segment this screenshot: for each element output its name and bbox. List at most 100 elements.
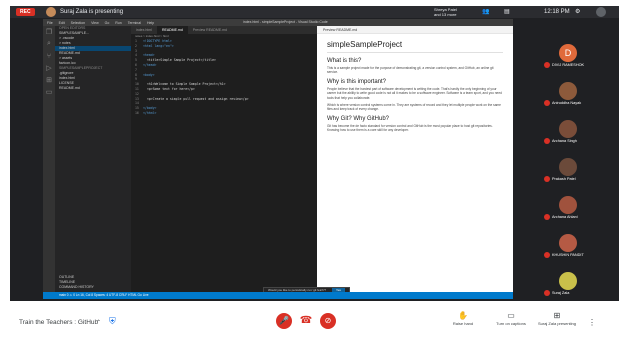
participant-tile[interactable]: Archana Singh [542, 118, 619, 148]
captions-label: Turn on captions [496, 321, 526, 326]
code-line: 16 </html> [135, 111, 317, 116]
menu-item[interactable]: View [91, 21, 99, 25]
mic-muted-icon [544, 138, 550, 144]
clock: 12:18 PM [544, 9, 570, 15]
mic-muted-icon [544, 100, 550, 106]
code-text: <p>Some text for here</p> [143, 86, 195, 91]
mic-muted-icon [544, 290, 550, 296]
participant-avatar [559, 234, 577, 252]
mic-muted-icon [544, 62, 550, 68]
menu-item[interactable]: Selection [71, 21, 85, 25]
recording-badge: REC [16, 8, 35, 16]
mic-muted-icon [544, 176, 550, 182]
meeting-title[interactable]: Train the Teachers : GitHub [19, 319, 98, 327]
activity-bar: ❐ ⌕ ⑂ ▷ ⊞ ▭ [43, 26, 55, 292]
code-text: <head> [143, 53, 155, 58]
participant-tile[interactable]: Archana Ahlani [542, 194, 619, 224]
participant-name: DIVIJ RAMESHOK [552, 63, 585, 67]
participant-tile[interactable]: D DIVIJ RAMESHOK [542, 42, 619, 72]
source-control-icon[interactable]: ⑂ [43, 50, 55, 62]
captions-icon: ▭ [507, 311, 515, 320]
camera-off-button[interactable]: ⊘ [320, 313, 336, 329]
menu-item[interactable]: Help [147, 21, 154, 25]
leave-call-button[interactable]: ☎ [298, 313, 314, 329]
captions-button[interactable]: ▭ Turn on captions [486, 311, 536, 326]
activities-icon[interactable]: ⚙ [575, 8, 580, 16]
participant-tile[interactable]: Suraj Zala [542, 270, 619, 300]
participant-name: Archana Singh [552, 139, 577, 143]
editor-tab[interactable]: index.html [131, 26, 157, 34]
preview-title: simpleSampleProject [327, 40, 503, 53]
code-text: <html lang="en"> [143, 43, 174, 48]
present-label: Suraj Zala presenting [537, 321, 577, 326]
preview-paragraph: Which is where version control systems c… [327, 103, 501, 112]
raise-hand-button[interactable]: ✋ Raise hand [438, 311, 488, 326]
participant-tile[interactable]: Aniruddha Nayak [542, 80, 619, 110]
extensions-icon[interactable]: ⊞ [43, 74, 55, 86]
participant-name: Suraj Zala [552, 291, 570, 295]
explorer-icon[interactable]: ❐ [43, 26, 55, 38]
sidebar-panel-header[interactable]: COMMAND HISTORY [55, 285, 131, 290]
code-text: </html> [143, 110, 157, 115]
preview-tab[interactable]: Preview README.md [317, 26, 513, 34]
menu-item[interactable]: Run [115, 21, 121, 25]
mic-off-button[interactable]: 🎤 [276, 313, 292, 329]
host-name-line2: and 13 more [434, 12, 457, 17]
remote-icon[interactable]: ▭ [43, 86, 55, 98]
participant-avatar [559, 272, 577, 290]
present-button[interactable]: ⊞ Suraj Zala presenting [532, 311, 582, 326]
code-text: <p>Create a simple pull request and assi… [143, 96, 249, 101]
participant-avatar [559, 82, 577, 100]
menu-item[interactable]: Edit [59, 21, 65, 25]
line-number: 16 [135, 110, 139, 115]
participant-name: Aniruddha Nayak [552, 101, 582, 105]
menu-item[interactable]: Go [105, 21, 110, 25]
presenting-bar: REC Suraj Zala is presenting Shreya Pate… [10, 6, 619, 18]
participant-avatar [559, 158, 577, 176]
code-area[interactable]: 1 <!DOCTYPE html> 2 <html lang="en"> 3 4 <head… [131, 39, 317, 116]
code-editor[interactable]: index.html README.md Preview README.md not… [131, 26, 317, 292]
file-tree: OPEN EDITORS SIMPLESAMPLE... > .vscode > … [55, 26, 131, 91]
participant-name: KHUSHIN PANDIT [552, 253, 584, 257]
people-icon[interactable]: 👥 [482, 8, 489, 16]
raise-hand-label: Raise hand [452, 321, 474, 326]
user-avatar[interactable] [596, 7, 606, 17]
menu-item[interactable]: Terminal [128, 21, 141, 25]
preview-paragraph: People believe that the hardest part of … [327, 86, 502, 100]
status-bar: main 0 ⚠ 0 Ln 16, Col 8 Spaces: 4 UTF-8 … [43, 292, 513, 299]
code-text: </body> [143, 106, 157, 111]
participant-avatar [559, 120, 577, 138]
sidebar-panels: OUTLINE TIMELINE COMMAND HISTORY [55, 275, 131, 290]
preview-paragraph: Git has become the de facto standard for… [327, 123, 493, 133]
menu-item[interactable]: File [47, 21, 53, 25]
file-tree-item[interactable]: README.md [55, 86, 131, 91]
shared-screen: REC Suraj Zala is presenting Shreya Pate… [10, 6, 619, 301]
participant-tile[interactable]: Prakash Patel [542, 156, 619, 186]
meeting-controls-bar: Train the Teachers : GitHub ⌃ ⛨ 🎤 ☎ ⊘ ✋ R… [0, 301, 628, 347]
explorer-sidebar: OPEN EDITORS SIMPLESAMPLE... > .vscode > … [55, 26, 131, 292]
editor-tab[interactable]: Preview README.md [188, 26, 232, 34]
participants-panel: D DIVIJ RAMESHOK Aniruddha Nayak Archana Si… [542, 20, 619, 300]
participant-name: Archana Ahlani [552, 215, 578, 219]
mic-muted-icon [544, 214, 550, 220]
participant-name: Prakash Patel [552, 177, 576, 181]
chat-icon[interactable]: ▤ [504, 8, 510, 16]
presenting-text: Suraj Zala is presenting [60, 9, 124, 15]
raise-hand-icon: ✋ [458, 311, 468, 320]
run-icon[interactable]: ▷ [43, 62, 55, 74]
code-text: </head> [143, 62, 157, 67]
editor-tab[interactable]: README.md [156, 26, 188, 34]
search-icon[interactable]: ⌕ [43, 38, 55, 50]
more-options-icon[interactable]: ⋮ [588, 318, 596, 327]
participant-tile[interactable]: KHUSHIN PANDIT [542, 232, 619, 262]
host-name: Shreya Patel and 13 more [434, 7, 457, 17]
chevron-up-icon[interactable]: ⌃ [96, 319, 101, 326]
preview-body: simpleSampleProject What is this? This is… [317, 34, 513, 142]
mic-muted-icon [544, 252, 550, 258]
preview-paragraph: This is a sample project made for the pu… [327, 66, 494, 75]
shield-icon[interactable]: ⛨ [109, 316, 118, 327]
participant-avatar [559, 196, 577, 214]
presenter-avatar [46, 7, 56, 17]
present-icon: ⊞ [553, 311, 561, 320]
vscode-title: index.html - simpleSampleProject - Visua… [243, 20, 328, 24]
